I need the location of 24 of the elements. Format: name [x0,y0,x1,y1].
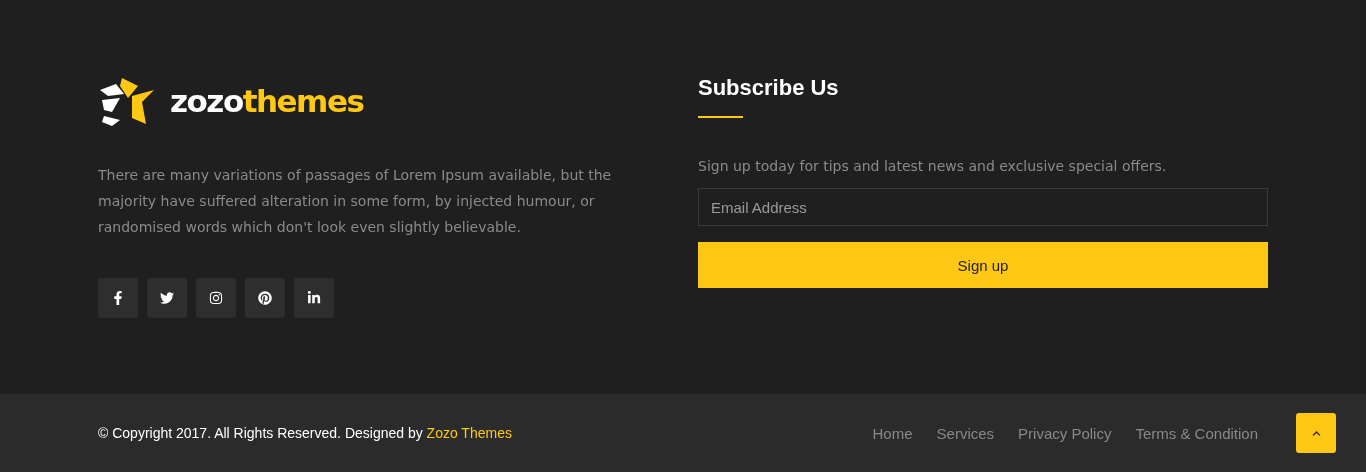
facebook-button[interactable] [98,278,138,318]
subscribe-text: Sign up today for tips and latest news and exclusive special offers. [698,158,1168,174]
twitter-button[interactable] [147,278,187,318]
logo-text: zozothemes [170,83,364,119]
email-field[interactable]: Email Address [698,188,1268,226]
copyright-text: © Copyright 2017. All Rights Reserved. Designed by Zozo Themes [98,425,513,441]
facebook-icon [111,291,125,305]
about-text: There are many variations of passages of Lorem Ipsum available, but the majority have suffered alteration in some form, by injected humour, or randomised words which don't look even slightly believable. [98,166,613,237]
instagram-icon [209,291,223,305]
sign-up-button[interactable]: Sign up [698,242,1268,288]
footer-link[interactable]: Home [872,424,913,442]
pinterest-button[interactable] [245,278,285,318]
designer-link[interactable]: Zozo Themes [426,425,512,441]
footer-link[interactable]: Services [936,424,995,442]
title-underline [698,116,743,118]
subscribe-title: Subscribe Us [698,74,840,102]
chevron-up-icon [1311,428,1321,438]
footer-link[interactable]: Privacy Policy [1018,424,1112,442]
pinterest-icon [258,291,272,305]
instagram-button[interactable] [196,278,236,318]
twitter-icon [160,291,174,305]
linkedin-button[interactable] [294,278,334,318]
linkedin-icon [307,291,321,305]
footer-link[interactable]: Terms & Condition [1135,424,1258,442]
